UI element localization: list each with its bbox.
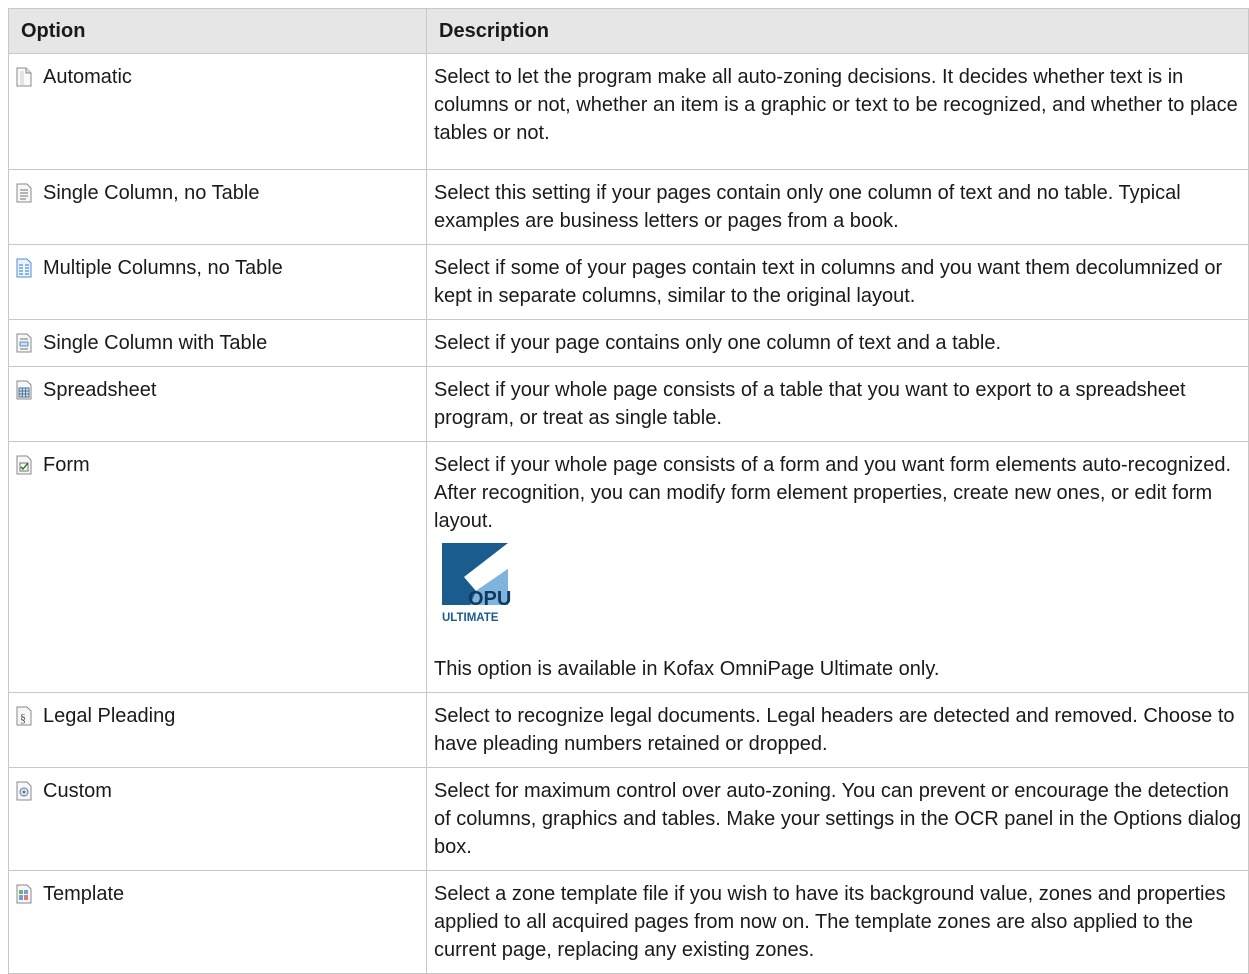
option-label: Custom [43, 780, 112, 802]
option-label: Single Column with Table [43, 332, 268, 354]
table-row: Multiple Columns, no Table Select if som… [8, 244, 1249, 320]
option-label: Spreadsheet [43, 379, 157, 401]
custom-icon [15, 777, 37, 805]
option-label: Template [43, 883, 125, 905]
option-description: Select for maximum control over auto-zon… [426, 767, 1249, 871]
option-description: Select to let the program make all auto-… [426, 53, 1249, 170]
availability-note: This option is available in Kofax OmniPa… [434, 658, 940, 680]
table-row: Automatic Select to let the program make… [8, 53, 1249, 170]
option-label: Legal Pleading [43, 705, 176, 727]
option-description: Select if some of your pages contain tex… [426, 244, 1249, 320]
table-row: Form Select if your whole page consists … [8, 441, 1249, 693]
header-description: Description [426, 8, 1249, 54]
option-description: Select this setting if your pages contai… [426, 169, 1249, 245]
option-description: Select to recognize legal documents. Leg… [426, 692, 1249, 768]
table-row: Single Column, no Table Select this sett… [8, 169, 1249, 245]
table-row: Single Column with Table Select if your … [8, 319, 1249, 367]
kofax-opu-ultimate-logo: OPU ULTIMATE [442, 543, 511, 624]
option-label: Form [43, 454, 90, 476]
table-row: Spreadsheet Select if your whole page co… [8, 366, 1249, 442]
form-icon [15, 451, 37, 479]
table-row: § Legal Pleading Select to recognize leg… [8, 692, 1249, 768]
svg-text:§: § [20, 711, 26, 725]
option-label: Single Column, no Table [43, 182, 260, 204]
single-column-icon [15, 179, 37, 207]
table-row: Template Select a zone template file if … [8, 870, 1249, 974]
automatic-icon [15, 63, 37, 91]
spreadsheet-icon [15, 376, 37, 404]
option-description: Select a zone template file if you wish … [426, 870, 1249, 974]
option-label: Multiple Columns, no Table [43, 257, 283, 279]
logo-opu-text: OPU [468, 588, 511, 610]
logo-ultimate-text: ULTIMATE [442, 612, 499, 624]
option-description: Select if your page contains only one co… [426, 319, 1249, 367]
table-row: Custom Select for maximum control over a… [8, 767, 1249, 871]
header-option: Option [8, 8, 427, 54]
table-header-row: Option Description [8, 8, 1249, 54]
legal-pleading-icon: § [15, 702, 37, 730]
multiple-columns-icon [15, 254, 37, 282]
option-label: Automatic [43, 66, 132, 88]
options-table: Option Description Automatic Select to l… [8, 8, 1249, 974]
option-description: Select if your whole page consists of a … [434, 454, 1232, 532]
option-description: Select if your whole page consists of a … [426, 366, 1249, 442]
single-column-table-icon [15, 329, 37, 357]
template-icon [15, 880, 37, 908]
